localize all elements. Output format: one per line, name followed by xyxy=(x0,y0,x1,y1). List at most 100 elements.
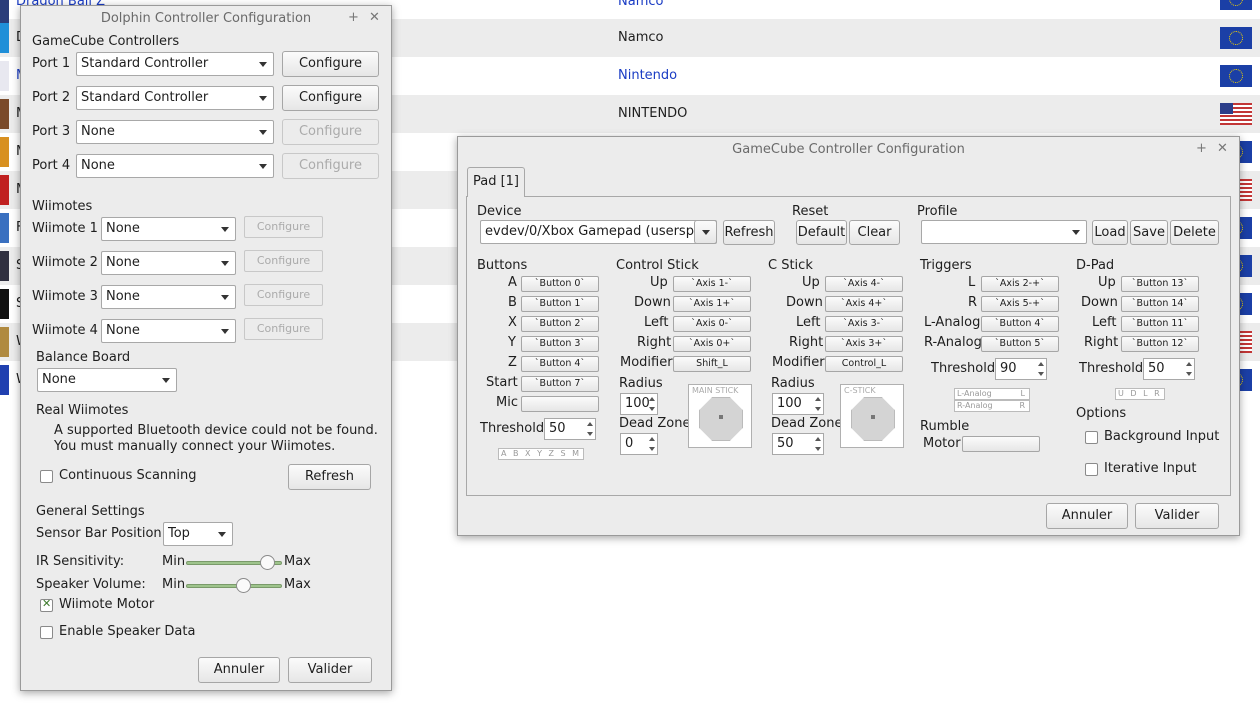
iterative-input-checkbox[interactable] xyxy=(1085,463,1098,476)
control-stick-right-binding[interactable]: `Axis 0+` xyxy=(673,336,751,352)
speaker-volume-handle[interactable] xyxy=(236,578,252,593)
dpad-threshold-spinbox[interactable]: 50 xyxy=(1143,358,1195,380)
chevron-down-icon xyxy=(218,532,226,537)
speaker-volume-slider[interactable] xyxy=(186,584,282,588)
spin-down-icon[interactable] xyxy=(649,407,655,411)
enable-speaker-checkbox[interactable] xyxy=(40,626,53,639)
button-x-label: X xyxy=(508,315,517,330)
wiimote-1-select[interactable]: None xyxy=(101,217,236,241)
profile-delete-button[interactable]: Delete xyxy=(1170,220,1219,245)
profile-select[interactable] xyxy=(921,220,1087,244)
port-1-configure-button[interactable]: Configure xyxy=(282,51,379,77)
button-a-binding[interactable]: `Button 0` xyxy=(521,276,599,292)
pin-icon[interactable]: + xyxy=(1196,142,1207,156)
cancel-button[interactable]: Annuler xyxy=(198,657,280,683)
control-stick-left-binding[interactable]: `Axis 0-` xyxy=(673,316,751,332)
ir-sensitivity-handle[interactable] xyxy=(260,555,276,570)
rumble-motor-binding[interactable] xyxy=(962,436,1040,452)
port-3-select[interactable]: None xyxy=(76,120,274,144)
wiimote-3-select[interactable]: None xyxy=(101,285,236,309)
c-stick-left-binding[interactable]: `Axis 3-` xyxy=(825,316,903,332)
select-value: None xyxy=(106,255,140,270)
device-dropdown-button[interactable] xyxy=(694,220,717,244)
cancel-button[interactable]: Annuler xyxy=(1046,503,1128,529)
port-2-select[interactable]: Standard Controller xyxy=(76,86,274,110)
profile-save-button[interactable]: Save xyxy=(1130,220,1168,245)
select-value: Standard Controller xyxy=(81,56,209,71)
refresh-button[interactable]: Refresh xyxy=(288,464,371,490)
c-stick-right-binding[interactable]: `Axis 3+` xyxy=(825,336,903,352)
sensor-bar-select[interactable]: Top xyxy=(163,522,233,546)
trigger-l-binding[interactable]: `Axis 2-+` xyxy=(981,276,1059,292)
c-stick-up-binding[interactable]: `Axis 4-` xyxy=(825,276,903,292)
indicator-key: L xyxy=(1020,389,1025,398)
continuous-scanning-checkbox[interactable] xyxy=(40,470,53,483)
clear-button[interactable]: Clear xyxy=(849,220,900,245)
ok-button[interactable]: Valider xyxy=(288,657,372,683)
rumble-motor-label: Motor xyxy=(923,436,961,451)
button-b-binding[interactable]: `Button 1` xyxy=(521,296,599,312)
publisher-cell[interactable]: Nintendo xyxy=(618,68,677,83)
publisher-cell[interactable]: Namco xyxy=(618,0,663,9)
trigger-l-analog-binding[interactable]: `Button 4` xyxy=(981,316,1059,332)
spin-up-icon[interactable] xyxy=(649,397,655,401)
dpad-left-binding[interactable]: `Button 11` xyxy=(1121,316,1199,332)
triggers-threshold-spinbox[interactable]: 90 xyxy=(995,358,1047,380)
spin-up-icon[interactable] xyxy=(815,437,821,441)
button-y-binding[interactable]: `Button 3` xyxy=(521,336,599,352)
button-start-binding[interactable]: `Button 7` xyxy=(521,376,599,392)
button-x-binding[interactable]: `Button 2` xyxy=(521,316,599,332)
button-z-binding[interactable]: `Button 4` xyxy=(521,356,599,372)
c-stick-modifier-binding[interactable]: Control_L xyxy=(825,356,903,372)
device-refresh-button[interactable]: Refresh xyxy=(723,220,775,245)
close-icon[interactable]: ✕ xyxy=(1217,142,1228,156)
buttons-threshold-spinbox[interactable]: 50 xyxy=(544,418,596,440)
close-icon[interactable]: ✕ xyxy=(369,11,380,25)
game-banner xyxy=(0,327,9,357)
c-stick-radius-spinbox[interactable]: 100 xyxy=(772,393,824,415)
control-stick-up-binding[interactable]: `Axis 1-` xyxy=(673,276,751,292)
tab-pad-1[interactable]: Pad [1] xyxy=(467,167,525,197)
dpad-right-binding[interactable]: `Button 12` xyxy=(1121,336,1199,352)
balance-board-select[interactable]: None xyxy=(37,368,177,392)
button-mic-binding[interactable] xyxy=(521,396,599,412)
control-stick-modifier-binding[interactable]: Shift_L xyxy=(673,356,751,372)
dpad-up-binding[interactable]: `Button 13` xyxy=(1121,276,1199,292)
spin-up-icon[interactable] xyxy=(815,397,821,401)
spin-up-icon[interactable] xyxy=(649,437,655,441)
trigger-r-binding[interactable]: `Axis 5-+` xyxy=(981,296,1059,312)
port-4-select[interactable]: None xyxy=(76,154,274,178)
default-button[interactable]: Default xyxy=(796,220,847,245)
spin-down-icon[interactable] xyxy=(649,447,655,451)
port-1-select[interactable]: Standard Controller xyxy=(76,52,274,76)
trigger-r-indicator: R-Analog R xyxy=(954,400,1030,412)
control-stick-down-binding[interactable]: `Axis 1+` xyxy=(673,296,751,312)
dpad-left-label: Left xyxy=(1092,315,1117,330)
spin-down-icon[interactable] xyxy=(1186,372,1192,376)
c-stick-label: C-STICK xyxy=(844,386,876,395)
spin-up-icon[interactable] xyxy=(1186,362,1192,366)
wiimote-motor-checkbox[interactable] xyxy=(40,597,53,612)
dpad-down-binding[interactable]: `Button 14` xyxy=(1121,296,1199,312)
c-stick-deadzone-spinbox[interactable]: 50 xyxy=(772,433,824,455)
spin-down-icon[interactable] xyxy=(1038,372,1044,376)
spin-down-icon[interactable] xyxy=(587,432,593,436)
spin-up-icon[interactable] xyxy=(1038,362,1044,366)
spin-up-icon[interactable] xyxy=(587,422,593,426)
select-value: None xyxy=(106,221,140,236)
profile-load-button[interactable]: Load xyxy=(1092,220,1128,245)
trigger-r-analog-binding[interactable]: `Button 5` xyxy=(981,336,1059,352)
ok-button[interactable]: Valider xyxy=(1135,503,1219,529)
wiimote-4-select[interactable]: None xyxy=(101,319,236,343)
real-wiimotes-label: Real Wiimotes xyxy=(36,403,129,418)
control-stick-radius-spinbox[interactable]: 100 xyxy=(620,393,658,415)
wiimote-2-select[interactable]: None xyxy=(101,251,236,275)
control-stick-deadzone-spinbox[interactable]: 0 xyxy=(620,433,658,455)
port-2-configure-button[interactable]: Configure xyxy=(282,85,379,111)
spin-down-icon[interactable] xyxy=(815,407,821,411)
device-select[interactable]: evdev/0/Xbox Gamepad (userspac xyxy=(480,220,717,244)
pin-icon[interactable]: + xyxy=(348,11,359,25)
spin-down-icon[interactable] xyxy=(815,447,821,451)
background-input-checkbox[interactable] xyxy=(1085,431,1098,444)
c-stick-down-binding[interactable]: `Axis 4+` xyxy=(825,296,903,312)
